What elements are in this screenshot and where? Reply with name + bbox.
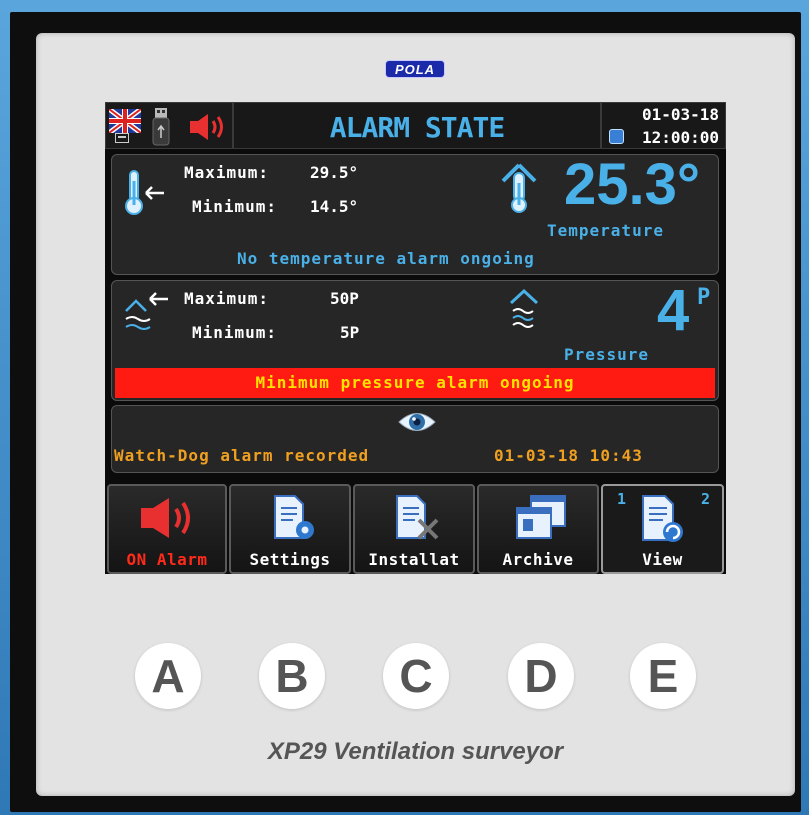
temperature-section: Maximum: 29.5° Minimum: 14.5° 25.3° Temp… <box>111 152 719 275</box>
pressure-icon <box>509 288 539 328</box>
watchdog-datetime: 01-03-18 10:43 <box>494 446 643 465</box>
status-icons <box>105 102 233 149</box>
brand-logo: POLA <box>385 60 445 78</box>
pressure-label: Pressure <box>564 345 650 364</box>
top-bar: ALARM STATE 01-03-18 12:00:00 <box>105 102 726 149</box>
clock-icon <box>609 129 624 144</box>
installation-label: Installat <box>368 550 460 569</box>
hardware-button-a[interactable]: A <box>135 643 201 709</box>
pres-max-value: 50P <box>330 289 359 308</box>
time-display: 12:00:00 <box>641 128 719 147</box>
archive-button[interactable]: Archive <box>477 484 599 574</box>
pres-max-label: Maximum: <box>184 289 270 308</box>
temp-min-value: 14.5° <box>310 197 359 216</box>
watchdog-text: Watch-Dog alarm recorded <box>114 446 370 465</box>
date-display: 01-03-18 <box>641 105 719 124</box>
view-label: View <box>642 550 683 569</box>
page-title: ALARM STATE <box>233 102 601 149</box>
hardware-button-b[interactable]: B <box>259 643 325 709</box>
keyboard-icon <box>115 133 129 143</box>
pressure-value: 4 <box>657 278 690 343</box>
view-page-1: 1 <box>617 490 627 508</box>
thermometer-minmax-icon <box>125 170 164 215</box>
usb-icon <box>152 108 170 146</box>
settings-document-icon <box>274 495 314 539</box>
pressure-unit: P <box>697 285 712 310</box>
installation-document-icon <box>396 495 439 540</box>
settings-label: Settings <box>249 550 331 569</box>
speaker-alarm-icon <box>190 114 223 140</box>
lcd-screen: ALARM STATE 01-03-18 12:00:00 Maximum: 2… <box>105 102 726 574</box>
view-button[interactable]: 1 2 View <box>601 484 724 574</box>
thermometer-up-icon <box>501 163 537 213</box>
on-alarm-button[interactable]: ON Alarm <box>107 484 227 574</box>
device-caption: XP29 Ventilation surveyor <box>267 738 564 765</box>
temperature-label: Temperature <box>547 221 664 240</box>
hardware-button-e[interactable]: E <box>630 643 696 709</box>
temperature-status: No temperature alarm ongoing <box>237 249 535 268</box>
view-refresh-document-icon <box>642 495 683 542</box>
uk-flag-icon <box>109 109 141 133</box>
pressure-minmax-icon <box>125 292 168 330</box>
temp-max-label: Maximum: <box>184 163 270 182</box>
speaker-icon <box>141 498 190 538</box>
pressure-alarm-banner: Minimum pressure alarm ongoing <box>115 368 715 398</box>
on-alarm-label: ON Alarm <box>126 550 208 569</box>
eye-icon <box>398 413 436 431</box>
settings-button[interactable]: Settings <box>229 484 351 574</box>
view-page-2: 2 <box>700 490 710 508</box>
datetime-box: 01-03-18 12:00:00 <box>601 102 726 149</box>
hardware-button-d[interactable]: D <box>508 643 574 709</box>
archive-label: Archive <box>502 550 574 569</box>
pres-min-value: 5P <box>340 323 360 342</box>
pres-min-label: Minimum: <box>192 323 278 342</box>
archive-windows-icon <box>516 495 566 539</box>
temperature-value: 25.3° <box>564 152 701 217</box>
hardware-button-c[interactable]: C <box>383 643 449 709</box>
temp-min-label: Minimum: <box>192 197 278 216</box>
installation-button[interactable]: Installat <box>353 484 475 574</box>
temp-max-value: 29.5° <box>310 163 359 182</box>
watchdog-section: Watch-Dog alarm recorded 01-03-18 10:43 <box>111 405 719 473</box>
